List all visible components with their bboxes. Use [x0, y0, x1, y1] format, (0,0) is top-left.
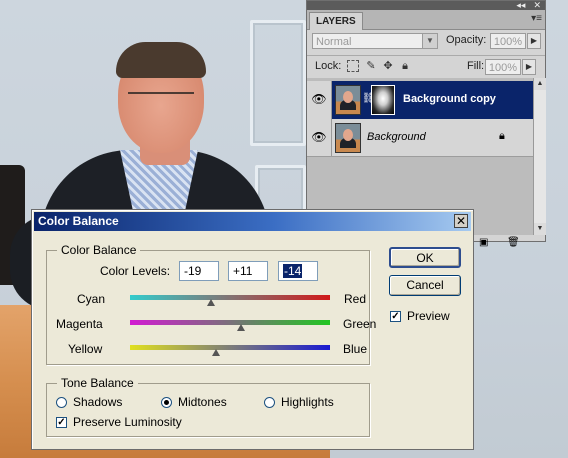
layer-row-background[interactable]: 👁︎ Background 🔒︎ [307, 119, 533, 157]
slider-right-label: Red [344, 292, 367, 306]
wall-panel [250, 20, 306, 146]
scroll-down-icon[interactable]: ▼ [534, 223, 546, 235]
highlights-radio[interactable] [264, 397, 275, 408]
cancel-button[interactable]: Cancel [389, 275, 461, 296]
eye-icon[interactable]: 👁︎ [311, 129, 327, 145]
layer-name[interactable]: Background copy [403, 93, 496, 105]
shadows-label: Shadows [73, 395, 123, 409]
slider-yellow-blue[interactable] [130, 345, 330, 356]
shadows-radio[interactable] [56, 397, 67, 408]
slider-right-label: Green [343, 317, 377, 331]
panel-menu-icon[interactable]: ▾≡ [531, 13, 542, 24]
close-panel-icon[interactable]: ✕ [533, 1, 541, 10]
visibility-toggle[interactable]: 👁︎ [307, 119, 332, 156]
preserve-luminosity-checkbox[interactable]: ✓ [56, 417, 67, 428]
lock-icon: 🔒︎ [499, 130, 505, 142]
slider-thumb[interactable] [237, 324, 245, 331]
slider-magenta-green[interactable] [130, 320, 330, 331]
lock-label: Lock: [315, 60, 342, 72]
preview-checkbox[interactable]: ✓ [390, 311, 401, 322]
fill-label: Fill: [467, 60, 485, 72]
panel-topbar: ◂◂ ✕ [307, 1, 545, 10]
close-icon[interactable]: ✕ [454, 214, 468, 228]
slider-right-label: Blue [343, 342, 368, 356]
tone-balance-group: Tone Balance Shadows Midtones Highlights… [46, 376, 370, 437]
opacity-label: Opacity: [446, 34, 487, 46]
layer-row-background-copy[interactable]: 👁︎ ⛓︎ Background copy [307, 81, 533, 119]
slider-left-label: Cyan [77, 292, 106, 306]
man-glasses [128, 92, 194, 108]
midtones-radio[interactable] [161, 397, 172, 408]
lock-all-icon[interactable]: 🔒︎ [399, 60, 411, 72]
color-balance-group: Color Balance Color Levels: -19 +11 -14 … [46, 243, 376, 365]
layers-scrollbar[interactable]: ▲ ▼ [533, 78, 546, 235]
layers-panel: ◂◂ ✕ LAYERS ▾≡ Normal ▼ Opacity: 100% ▶ … [306, 0, 546, 248]
level-yellow-blue-value: -14 [283, 264, 303, 278]
tab-layers[interactable]: LAYERS [309, 12, 363, 30]
opacity-input[interactable]: 100% [490, 33, 526, 49]
level-yellow-blue-input[interactable]: -14 [278, 261, 318, 281]
collapse-icon[interactable]: ◂◂ [516, 1, 525, 10]
visibility-toggle[interactable]: 👁︎ [307, 81, 332, 119]
fill-arrow-icon[interactable]: ▶ [522, 59, 536, 75]
panel-tabbar: LAYERS ▾≡ [307, 10, 545, 30]
layer-name[interactable]: Background [367, 131, 426, 143]
color-balance-dialog: Color Balance ✕ Color Balance Color Leve… [31, 209, 474, 450]
group-title: Color Balance [57, 243, 141, 257]
blend-mode-select[interactable]: Normal ▼ [312, 33, 438, 49]
highlights-label: Highlights [281, 395, 334, 409]
man-hair [116, 42, 206, 78]
trash-icon[interactable]: 🗑︎ [507, 237, 520, 248]
preview-label: Preview [407, 309, 450, 323]
blend-mode-value: Normal [316, 36, 352, 48]
ok-button[interactable]: OK [389, 247, 461, 268]
dialog-title: Color Balance [38, 214, 119, 228]
dialog-titlebar[interactable]: Color Balance ✕ [34, 212, 471, 231]
preserve-luminosity-label: Preserve Luminosity [73, 415, 182, 429]
slider-thumb[interactable] [212, 349, 220, 356]
group-title: Tone Balance [57, 376, 138, 390]
opacity-arrow-icon[interactable]: ▶ [527, 33, 541, 49]
layer-thumbnail [335, 85, 361, 115]
blend-row: Normal ▼ Opacity: 100% ▶ [312, 33, 541, 51]
fill-input[interactable]: 100% [485, 59, 521, 75]
scroll-up-icon[interactable]: ▲ [534, 78, 546, 90]
level-cyan-red-input[interactable]: -19 [179, 261, 219, 281]
level-magenta-green-input[interactable]: +11 [228, 261, 268, 281]
layer-thumbnail [335, 123, 361, 153]
color-levels-label: Color Levels: [100, 264, 171, 278]
new-layer-icon[interactable]: ▣ [479, 237, 488, 248]
layer-mask-thumbnail[interactable] [371, 85, 395, 115]
midtones-label: Midtones [178, 395, 227, 409]
slider-cyan-red[interactable] [130, 295, 330, 306]
slider-thumb[interactable] [207, 299, 215, 306]
slider-left-label: Yellow [68, 342, 103, 356]
chevron-down-icon[interactable]: ▼ [422, 34, 437, 48]
lock-move-icon[interactable]: ✥ [382, 60, 394, 72]
lock-brush-icon[interactable]: ✎ [365, 60, 377, 72]
eye-icon[interactable]: 👁︎ [311, 91, 327, 107]
lock-row: Lock: ✎ ✥ 🔒︎ Fill: 100% ▶ [307, 55, 545, 79]
slider-left-label: Magenta [56, 317, 103, 331]
lock-transparent-icon[interactable] [347, 60, 359, 72]
